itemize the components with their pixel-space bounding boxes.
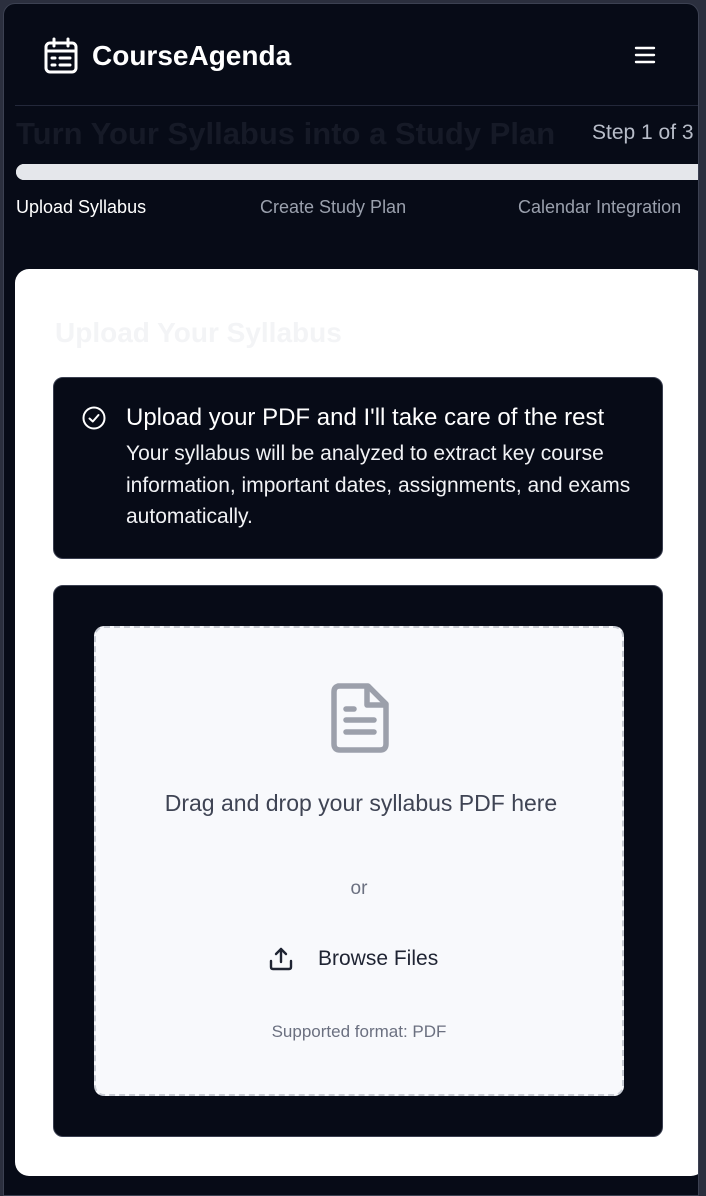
info-description: Your syllabus will be analyzed to extrac… <box>126 442 631 528</box>
hamburger-menu-icon[interactable] <box>632 42 658 68</box>
or-separator: or <box>350 878 368 899</box>
calendar-icon <box>44 37 78 74</box>
file-dropzone[interactable]: Drag and drop your syllabus PDF here or … <box>94 626 624 1096</box>
browse-files-label: Browse Files <box>318 947 439 970</box>
header-divider <box>15 105 698 106</box>
upload-section: Drag and drop your syllabus PDF here or … <box>53 585 663 1137</box>
page-title: Turn Your Syllabus into a Study Plan <box>16 116 556 151</box>
info-banner: Upload your PDF and I'll take care of th… <box>53 377 663 559</box>
app-title[interactable]: CourseAgenda <box>92 37 291 75</box>
top-navbar: CourseAgenda <box>4 4 698 106</box>
browse-files-button[interactable]: Browse Files <box>256 934 466 984</box>
step-tab-upload-syllabus[interactable]: Upload Syllabus <box>16 194 146 220</box>
document-icon <box>331 683 389 753</box>
info-title: Upload your PDF and I'll take care of th… <box>126 404 605 431</box>
progress-bar <box>16 164 698 180</box>
progress-fill <box>16 164 250 180</box>
supported-format-note: Supported format: PDF <box>271 1022 447 1041</box>
check-circle-icon <box>82 406 106 430</box>
app-window: CourseAgenda Turn Your Syllabus into a S… <box>3 3 699 1196</box>
step-tab-calendar-integration[interactable]: Calendar Integration <box>518 194 681 220</box>
step-counter: Step 1 of 3 <box>592 121 694 144</box>
upload-icon <box>269 947 293 971</box>
card-title: Upload Your Syllabus <box>55 317 342 348</box>
step-tab-create-study-plan[interactable]: Create Study Plan <box>260 194 406 220</box>
dropzone-instructions: Drag and drop your syllabus PDF here <box>164 790 558 816</box>
upload-card: Upload Your Syllabus Upload your PDF and… <box>15 269 698 1176</box>
